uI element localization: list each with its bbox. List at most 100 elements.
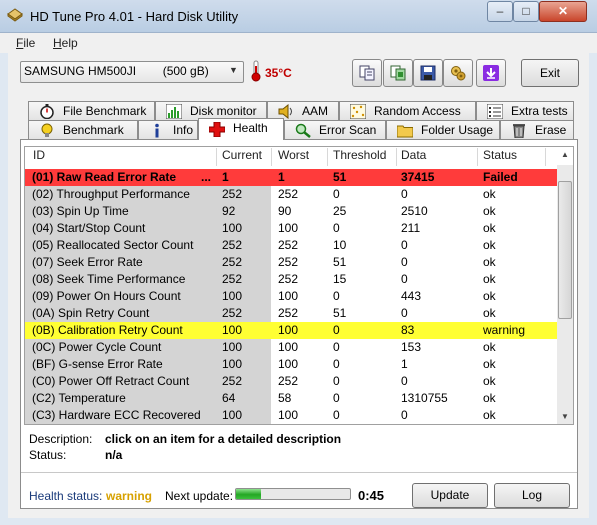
table-row[interactable]: (C0) Power Off Retract Count 252 252 0 0 ok	[25, 373, 558, 390]
current-cell: 100	[222, 340, 243, 354]
table-row[interactable]: (C3) Hardware ECC Recovered 100 100 0 0 ok	[25, 407, 558, 424]
exit-button[interactable]: Exit	[521, 59, 579, 87]
threshold-cell: 0	[333, 408, 340, 422]
column-divider[interactable]	[396, 148, 397, 166]
current-cell: 100	[222, 289, 243, 303]
worst-cell: 252	[278, 374, 299, 388]
table-row[interactable]: (C2) Temperature 64 58 0 1310755 ok	[25, 390, 558, 407]
table-row[interactable]: (0C) Power Cycle Count 100 100 0 153 ok	[25, 339, 558, 356]
worst-cell: 100	[278, 408, 299, 422]
menu-help[interactable]: Help	[53, 36, 78, 50]
status-cell: ok	[483, 204, 496, 218]
table-row[interactable]: (01) Raw Read Error Rate 1 1 51 37415 Failed.…	[25, 169, 558, 186]
copy-text-icon	[359, 65, 375, 81]
save-icon	[420, 65, 436, 81]
tab-info[interactable]: Info	[138, 120, 198, 139]
table-row[interactable]: (05) Reallocated Sector Count 252 252 10 0 ok	[25, 237, 558, 254]
tab-folder-usage[interactable]: Folder Usage	[386, 120, 500, 139]
data-cell: 83	[401, 323, 415, 337]
tab-label: Erase	[535, 123, 567, 137]
attribute-id-cell: (0C) Power Cycle Count	[32, 340, 162, 354]
column-divider[interactable]	[271, 148, 272, 166]
scroll-up-arrow-icon[interactable]: ▲	[557, 147, 573, 162]
table-row[interactable]: (02) Throughput Performance 252 252 0 0 ok	[25, 186, 558, 203]
random-access-icon	[350, 104, 366, 119]
status-cell: ok	[483, 238, 496, 252]
window-title: HD Tune Pro 4.01 - Hard Disk Utility	[30, 9, 239, 24]
table-row[interactable]: (04) Start/Stop Count 100 100 0 211 ok	[25, 220, 558, 237]
log-button[interactable]: Log	[494, 483, 570, 508]
options-button[interactable]	[443, 59, 473, 87]
table-row[interactable]: (03) Spin Up Time 92 90 25 2510 ok	[25, 203, 558, 220]
tab-label: Error Scan	[319, 123, 377, 137]
worst-cell: 100	[278, 323, 299, 337]
tab-error-scan[interactable]: Error Scan	[284, 120, 386, 139]
column-divider[interactable]	[477, 148, 478, 166]
column-header-status[interactable]: Status	[483, 148, 517, 165]
tab-health[interactable]: Health	[198, 118, 284, 140]
tab-benchmark[interactable]: Benchmark	[28, 120, 138, 139]
current-cell: 252	[222, 255, 243, 269]
current-cell: 100	[222, 323, 243, 337]
column-divider[interactable]	[545, 148, 546, 166]
tab-extra-tests[interactable]: Extra tests	[476, 101, 574, 120]
status-cell: ok	[483, 408, 496, 422]
next-update-label: Next update:	[165, 489, 234, 503]
next-update-progress	[235, 488, 351, 500]
table-row[interactable]: (0B) Calibration Retry Count 100 100 0 83 war…	[25, 322, 558, 339]
threshold-cell: 25	[333, 204, 347, 218]
column-header-data[interactable]: Data	[401, 148, 426, 165]
threshold-cell: 0	[333, 323, 340, 337]
column-divider[interactable]	[216, 148, 217, 166]
menu-file[interactable]: File	[16, 36, 35, 50]
maximize-button[interactable]: □	[513, 1, 539, 22]
tab-file-benchmark[interactable]: File Benchmark	[28, 101, 155, 120]
close-button[interactable]: ✕	[539, 1, 587, 22]
table-row[interactable]: (BF) G-sense Error Rate 100 100 0 1 ok	[25, 356, 558, 373]
speaker-icon	[278, 104, 292, 119]
scrollbar-thumb[interactable]	[558, 181, 572, 319]
copy-text-button[interactable]	[352, 59, 382, 87]
status-cell: ok	[483, 221, 496, 235]
health-status-label: Health status:	[29, 489, 103, 503]
download-icon	[483, 65, 499, 81]
worst-cell: 100	[278, 289, 299, 303]
folder-icon	[397, 125, 413, 138]
health-status-value: warning	[106, 489, 153, 503]
column-divider[interactable]	[327, 148, 328, 166]
column-header-id[interactable]: ID	[33, 148, 45, 165]
copy-screenshot-button[interactable]	[383, 59, 413, 87]
minimize-button[interactable]: –	[487, 1, 513, 22]
worst-cell: 58	[278, 391, 292, 405]
data-cell: 0	[401, 408, 408, 422]
attribute-id-cell: (08) Seek Time Performance	[32, 272, 186, 286]
scroll-down-arrow-icon[interactable]: ▼	[557, 409, 573, 424]
current-cell: 252	[222, 374, 243, 388]
tab-erase[interactable]: Erase	[500, 120, 574, 139]
current-cell: 64	[222, 391, 236, 405]
column-header-worst[interactable]: Worst	[278, 148, 309, 165]
table-row[interactable]: (09) Power On Hours Count 100 100 0 443 ok	[25, 288, 558, 305]
data-cell: 211	[401, 221, 421, 235]
chevron-down-icon[interactable]: ▼	[229, 65, 238, 75]
extra-tests-icon	[487, 104, 503, 119]
download-button[interactable]	[476, 59, 506, 87]
attribute-id-cell: (01) Raw Read Error Rate	[32, 170, 177, 184]
table-row[interactable]: (08) Seek Time Performance 252 252 15 0 ok	[25, 271, 558, 288]
menu-bar	[0, 33, 597, 53]
threshold-cell: 0	[333, 357, 340, 371]
threshold-cell: 15	[333, 272, 347, 286]
column-header-threshold[interactable]: Threshold	[333, 148, 386, 165]
tab-label: AAM	[302, 104, 329, 118]
table-row[interactable]: (07) Seek Error Rate 252 252 51 0 ok	[25, 254, 558, 271]
attribute-id-cell: (C2) Temperature	[32, 391, 126, 405]
column-header-current[interactable]: Current	[222, 148, 262, 165]
save-button[interactable]	[413, 59, 443, 87]
tab-label: Disk monitor	[190, 104, 257, 118]
data-cell: 2510	[401, 204, 428, 218]
update-button[interactable]: Update	[412, 483, 488, 508]
status-value: n/a	[105, 448, 123, 462]
tab-random-access[interactable]: Random Access	[339, 101, 476, 120]
table-row[interactable]: (0A) Spin Retry Count 252 252 51 0 ok	[25, 305, 558, 322]
threshold-cell: 10	[333, 238, 347, 252]
